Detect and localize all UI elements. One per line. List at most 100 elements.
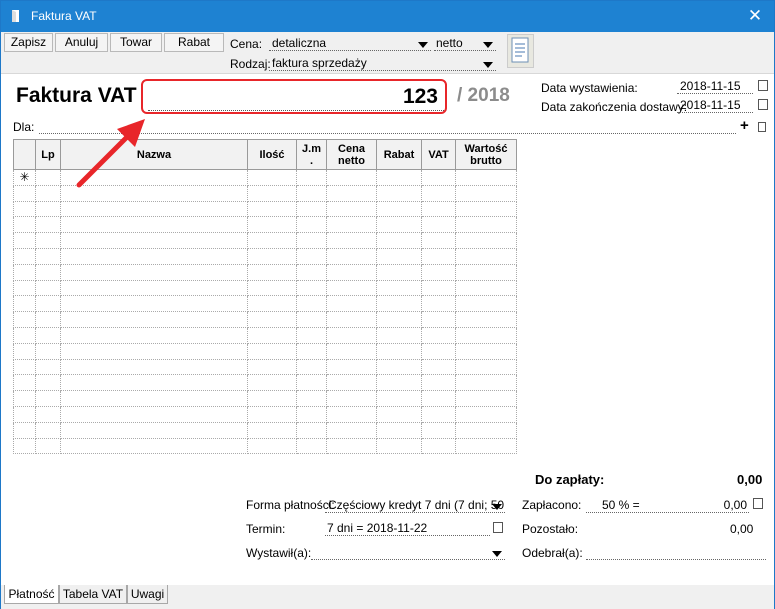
col-discount[interactable]: Rabat bbox=[376, 139, 422, 170]
table-cell[interactable] bbox=[376, 279, 422, 297]
table-cell[interactable] bbox=[376, 374, 422, 392]
table-cell[interactable] bbox=[376, 216, 422, 234]
close-icon[interactable]: ✕ bbox=[742, 3, 768, 29]
calculator-icon[interactable] bbox=[753, 498, 763, 509]
table-cell[interactable] bbox=[376, 247, 422, 265]
table-cell[interactable] bbox=[376, 184, 422, 202]
table-cell[interactable] bbox=[296, 247, 327, 265]
table-cell[interactable] bbox=[247, 390, 297, 407]
table-cell[interactable] bbox=[60, 232, 248, 249]
table-cell[interactable] bbox=[455, 279, 517, 297]
table-row[interactable] bbox=[13, 421, 517, 439]
table-cell[interactable] bbox=[60, 437, 248, 455]
table-cell[interactable] bbox=[326, 295, 377, 313]
table-cell[interactable] bbox=[421, 358, 456, 376]
table-row[interactable] bbox=[13, 358, 517, 376]
col-lp[interactable]: Lp bbox=[35, 139, 61, 170]
issue-date-field[interactable]: 2018-11-15 bbox=[677, 79, 753, 94]
table-cell[interactable] bbox=[35, 342, 61, 360]
table-cell[interactable] bbox=[376, 326, 422, 344]
issued-by-dropdown-icon[interactable] bbox=[492, 551, 502, 557]
table-cell[interactable] bbox=[376, 311, 422, 328]
table-cell[interactable] bbox=[296, 421, 327, 439]
table-cell[interactable] bbox=[376, 437, 422, 455]
table-cell[interactable] bbox=[60, 311, 248, 328]
table-cell[interactable] bbox=[376, 232, 422, 249]
tab-vat-table[interactable]: Tabela VAT bbox=[59, 585, 127, 604]
table-cell[interactable] bbox=[376, 358, 422, 376]
table-cell[interactable] bbox=[376, 405, 422, 423]
table-cell[interactable] bbox=[421, 184, 456, 202]
table-cell[interactable] bbox=[376, 263, 422, 281]
document-type-select[interactable]: faktura sprzedaży bbox=[269, 56, 496, 71]
table-cell[interactable] bbox=[35, 437, 61, 455]
table-cell[interactable] bbox=[455, 358, 517, 376]
table-cell[interactable] bbox=[247, 405, 297, 423]
table-cell[interactable] bbox=[296, 295, 327, 313]
table-cell[interactable] bbox=[326, 279, 377, 297]
col-net-price[interactable]: Cena netto bbox=[326, 139, 377, 170]
table-cell[interactable] bbox=[326, 263, 377, 281]
table-row[interactable] bbox=[13, 232, 517, 249]
table-cell[interactable] bbox=[296, 263, 327, 281]
table-cell[interactable] bbox=[296, 326, 327, 344]
table-cell[interactable] bbox=[455, 184, 517, 202]
table-cell[interactable] bbox=[247, 216, 297, 234]
table-cell[interactable] bbox=[421, 390, 456, 407]
add-recipient-icon[interactable]: + bbox=[740, 117, 749, 134]
table-row[interactable] bbox=[13, 279, 517, 297]
table-cell[interactable] bbox=[455, 247, 517, 265]
goods-button[interactable]: Towar bbox=[110, 33, 162, 52]
table-row[interactable] bbox=[13, 247, 517, 265]
table-row[interactable] bbox=[13, 311, 517, 328]
table-cell[interactable] bbox=[376, 169, 422, 186]
recipient-list-icon[interactable] bbox=[758, 122, 766, 132]
table-cell[interactable] bbox=[455, 263, 517, 281]
table-cell[interactable] bbox=[421, 232, 456, 249]
table-cell[interactable] bbox=[296, 374, 327, 392]
table-cell[interactable] bbox=[376, 390, 422, 407]
table-cell[interactable] bbox=[421, 374, 456, 392]
price-basis-dropdown-icon[interactable] bbox=[483, 42, 493, 48]
table-cell[interactable] bbox=[35, 232, 61, 249]
table-cell[interactable] bbox=[455, 390, 517, 407]
table-cell[interactable] bbox=[326, 200, 377, 218]
table-cell[interactable] bbox=[247, 311, 297, 328]
table-cell[interactable] bbox=[296, 279, 327, 297]
table-cell[interactable] bbox=[60, 247, 248, 265]
paid-field[interactable]: 0,00 bbox=[586, 498, 749, 513]
table-row[interactable] bbox=[13, 326, 517, 344]
table-row[interactable] bbox=[13, 216, 517, 234]
table-cell[interactable] bbox=[455, 200, 517, 218]
table-row[interactable] bbox=[13, 405, 517, 423]
table-cell[interactable] bbox=[421, 311, 456, 328]
table-cell[interactable] bbox=[60, 200, 248, 218]
table-cell[interactable] bbox=[247, 421, 297, 439]
table-cell[interactable] bbox=[60, 263, 248, 281]
table-cell[interactable] bbox=[326, 326, 377, 344]
table-cell[interactable] bbox=[326, 437, 377, 455]
table-cell[interactable] bbox=[60, 390, 248, 407]
table-cell[interactable] bbox=[421, 421, 456, 439]
price-type-dropdown-icon[interactable] bbox=[418, 42, 428, 48]
table-cell[interactable] bbox=[35, 311, 61, 328]
table-cell[interactable] bbox=[247, 184, 297, 202]
table-cell[interactable] bbox=[376, 200, 422, 218]
table-cell[interactable] bbox=[326, 311, 377, 328]
table-cell[interactable] bbox=[60, 374, 248, 392]
table-cell[interactable] bbox=[326, 216, 377, 234]
delivery-date-field[interactable]: 2018-11-15 bbox=[677, 98, 753, 113]
table-cell[interactable] bbox=[35, 326, 61, 344]
tab-notes[interactable]: Uwagi bbox=[127, 585, 168, 604]
issue-calendar-icon[interactable] bbox=[758, 80, 768, 91]
table-cell[interactable] bbox=[326, 184, 377, 202]
discount-button[interactable]: Rabat bbox=[164, 33, 224, 52]
price-type-select[interactable]: detaliczna bbox=[269, 36, 431, 51]
table-cell[interactable] bbox=[296, 184, 327, 202]
table-cell[interactable] bbox=[60, 279, 248, 297]
table-cell[interactable] bbox=[60, 421, 248, 439]
table-cell[interactable] bbox=[247, 263, 297, 281]
table-cell[interactable] bbox=[247, 342, 297, 360]
table-cell[interactable] bbox=[421, 405, 456, 423]
table-cell[interactable] bbox=[326, 169, 377, 186]
